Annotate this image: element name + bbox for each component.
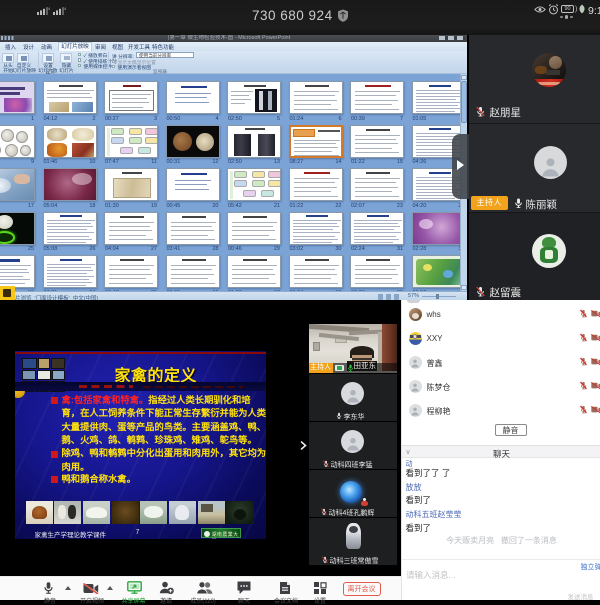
svg-text:4: 4: [48, 6, 50, 11]
svg-text:4: 4: [64, 6, 66, 11]
